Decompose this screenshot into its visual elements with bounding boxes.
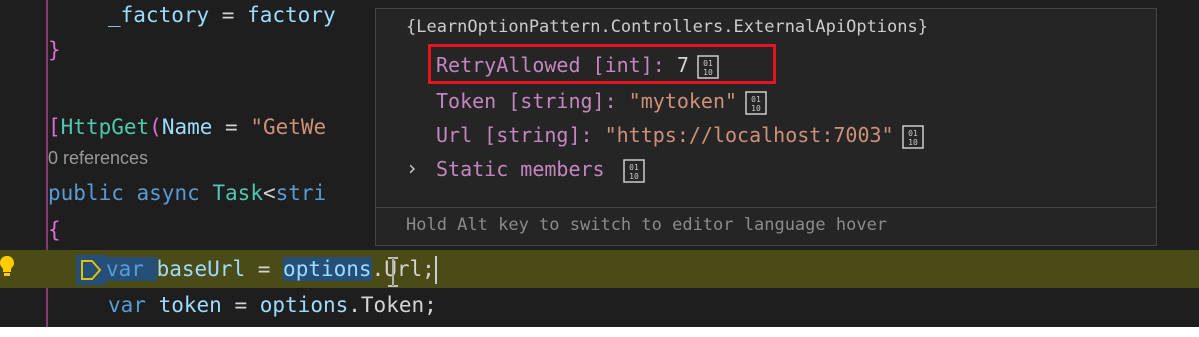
assign-op-2: = [245, 257, 284, 281]
options-ref-2: options [259, 293, 349, 317]
var-keyword-2: var [108, 293, 146, 317]
binary-view-icon[interactable]: 0110 [745, 90, 767, 115]
code-line-token: var token = options.Token; [108, 288, 437, 322]
hover-separator [376, 207, 1156, 208]
url-member: .Url; [371, 257, 435, 281]
baseurl-variable: baseUrl [156, 257, 246, 281]
static-members-label: Static members [436, 157, 605, 181]
hover-footer-hint: Hold Alt key to switch to editor languag… [406, 215, 888, 235]
chevron-right-icon[interactable]: › [406, 156, 418, 180]
public-keyword: public [48, 181, 124, 205]
attr-param-name: Name [161, 115, 213, 139]
binary-view-icon[interactable]: 0110 [622, 158, 645, 183]
hover-row-url[interactable]: Url [string]: "https://localhost:7003" 01… [436, 123, 924, 149]
code-line-baseurl: var baseUrl = options.Url; [76, 252, 437, 286]
task-type: Task [212, 181, 263, 205]
ibeam-cursor-icon [388, 257, 398, 287]
code-line-factory: _factory = factory [108, 0, 336, 32]
attr-paren: ( [149, 115, 162, 139]
async-keyword: async [136, 181, 200, 205]
text-cursor [434, 256, 437, 284]
token-member: .Token; [348, 293, 437, 317]
string-type-partial: stri [275, 181, 327, 205]
code-line-attribute: [HttpGet(Name = "GetWe [48, 110, 326, 144]
svg-text:01: 01 [629, 163, 639, 172]
open-brace: { [48, 218, 61, 242]
options-ref[interactable]: options [283, 257, 372, 281]
inline-hint-icon[interactable] [76, 255, 106, 285]
attr-eq: = [212, 115, 251, 139]
codelens-references[interactable]: 0 references [48, 143, 148, 173]
assign-op: = [209, 3, 248, 27]
svg-text:10: 10 [629, 172, 639, 181]
hover-title: {LearnOptionPattern.Controllers.External… [406, 17, 928, 37]
property-name: Url [string]: [436, 123, 593, 147]
assign-op-3: = [221, 293, 260, 317]
factory-param: factory [247, 3, 336, 27]
hover-row-static-members[interactable]: Static members 01 10 [436, 157, 645, 183]
code-line-signature: public async Task<stri [48, 176, 326, 210]
svg-text:01: 01 [751, 95, 761, 104]
svg-text:10: 10 [751, 104, 761, 113]
close-brace: } [48, 38, 61, 62]
token-variable: token [158, 293, 222, 317]
hover-row-token[interactable]: Token [string]: "mytoken" 01 10 [436, 89, 767, 115]
property-value: "https://localhost:7003" [604, 123, 894, 147]
property-value: "mytoken" [628, 89, 738, 113]
attr-value: "GetWe [250, 115, 327, 139]
attr-bracket: [ [48, 115, 61, 139]
var-keyword: var [106, 257, 144, 281]
httpget-attribute: HttpGet [60, 115, 150, 139]
annotation-highlight-box [428, 44, 776, 84]
binary-view-icon[interactable]: 0110 [901, 124, 924, 149]
factory-field: _factory [108, 3, 210, 27]
generic-open: < [262, 181, 276, 205]
lightbulb-icon[interactable] [0, 254, 14, 278]
svg-text:01: 01 [908, 129, 918, 138]
svg-text:10: 10 [908, 138, 918, 147]
property-name: Token [string]: [436, 89, 617, 113]
